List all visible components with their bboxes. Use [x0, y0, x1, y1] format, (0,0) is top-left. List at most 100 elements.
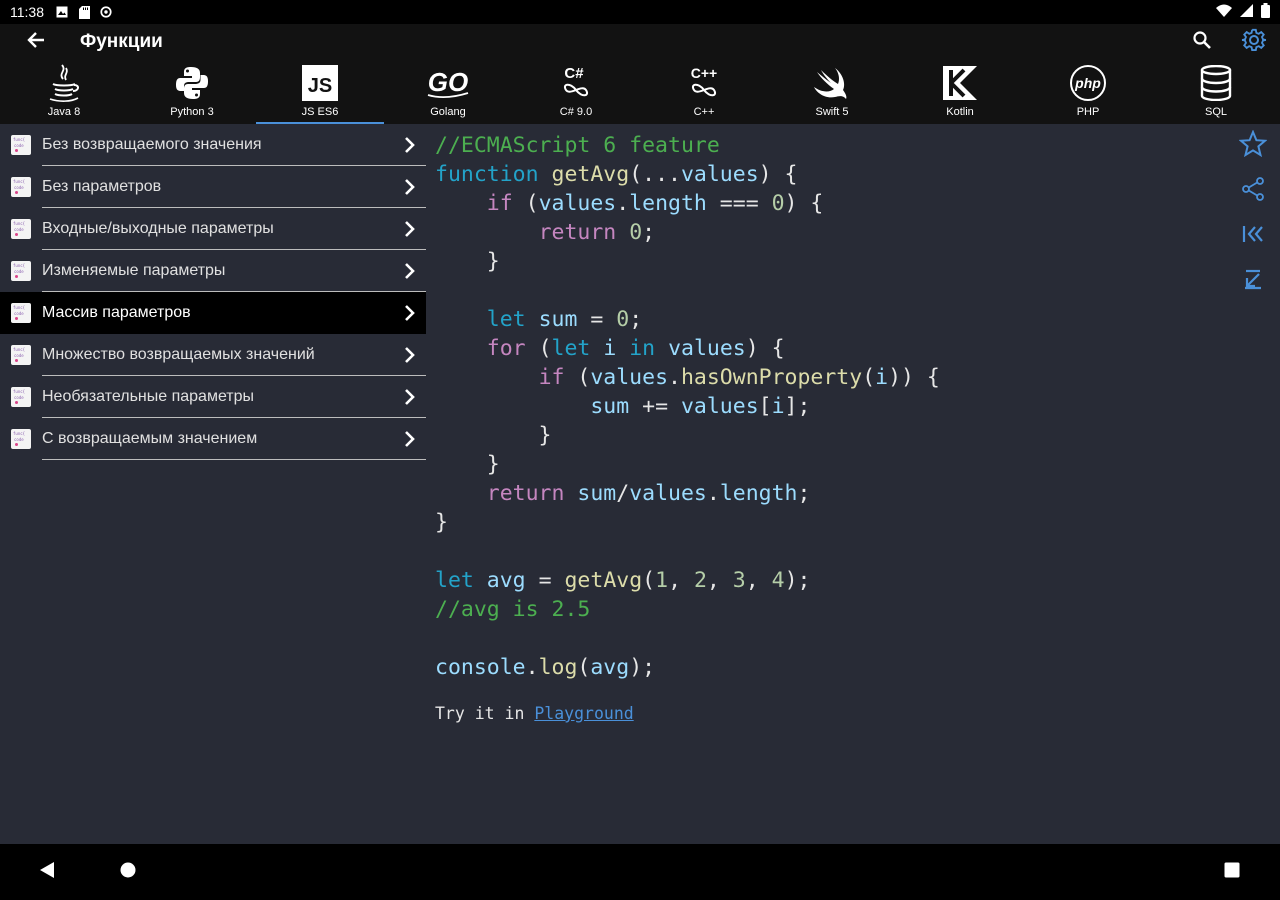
- first-page-icon: [1241, 223, 1265, 250]
- list-item[interactable]: func{code С возвращаемым значением: [0, 418, 426, 460]
- code-line: //ECMAScript 6 feature: [435, 133, 720, 158]
- code-token: 0: [616, 307, 630, 332]
- code-token: ===: [706, 191, 772, 216]
- share-button[interactable]: [1226, 169, 1280, 214]
- code-file-icon: func{code: [11, 345, 31, 365]
- divider: [42, 459, 426, 460]
- code-line: return sum/values.length;: [435, 481, 811, 506]
- code-token: for: [486, 336, 526, 361]
- code-token: ) {: [784, 191, 824, 216]
- code-line: function getAvg(...values) {: [435, 162, 797, 187]
- tab-java[interactable]: Java 8: [0, 60, 128, 124]
- code-line: let avg = getAvg(1, 2, 3, 4);: [435, 568, 810, 593]
- code-token: );: [629, 655, 656, 680]
- code-block: //ECMAScript 6 feature function getAvg(.…: [435, 131, 1226, 682]
- tab-label: Swift 5: [815, 106, 849, 118]
- chevron-right-icon: [394, 220, 426, 238]
- nav-recents-button[interactable]: [1218, 858, 1246, 886]
- php-badge-text: php: [1074, 75, 1101, 91]
- share-icon: [1241, 177, 1265, 206]
- code-token: +=: [629, 394, 681, 419]
- try-it-line: Try it in Playground: [435, 704, 1226, 723]
- code-token: ];: [784, 394, 811, 419]
- list-item[interactable]: func{code Множество возвращаемых значени…: [0, 334, 426, 376]
- last-page-button[interactable]: [1226, 259, 1280, 304]
- code-token: (...: [629, 162, 681, 187]
- list-item[interactable]: func{code Без параметров: [0, 166, 426, 208]
- tab-javascript[interactable]: JS JS ES6: [256, 60, 384, 124]
- code-token: ;: [642, 220, 656, 245]
- home-circle-icon: [120, 862, 136, 883]
- battery-icon: [1261, 3, 1270, 21]
- code-line: for (let i in values) {: [435, 336, 785, 361]
- code-token: function: [435, 162, 539, 187]
- code-line: console.log(avg);: [435, 655, 655, 680]
- code-token: ;: [629, 307, 643, 332]
- python-icon: [168, 63, 216, 103]
- code-token: .: [668, 365, 681, 390]
- tab-kotlin[interactable]: Kotlin: [896, 60, 1024, 124]
- code-token: ) {: [745, 336, 785, 361]
- status-bar: 11:38: [0, 0, 1280, 24]
- code-token: log: [538, 655, 578, 680]
- code-token: avg: [486, 568, 526, 593]
- tab-label: Python 3: [170, 106, 214, 118]
- code-token: ;: [797, 481, 811, 506]
- code-line: if (values.hasOwnProperty(i)) {: [435, 365, 940, 390]
- language-tabs: Java 8 Python 3 JS JS ES6 GO Golang C# C…: [0, 60, 1280, 124]
- list-item[interactable]: func{code Без возвращаемого значения: [0, 124, 426, 166]
- code-line: return 0;: [435, 220, 656, 245]
- code-token: ) {: [758, 162, 798, 187]
- tab-python[interactable]: Python 3: [128, 60, 256, 124]
- tab-php[interactable]: php PHP: [1024, 60, 1152, 124]
- recents-square-icon: [1224, 862, 1240, 883]
- playground-link[interactable]: Playground: [534, 704, 633, 723]
- code-token: 1: [655, 568, 669, 593]
- search-button[interactable]: [1176, 24, 1228, 60]
- settings-button[interactable]: [1228, 24, 1280, 60]
- code-token: console: [435, 655, 526, 680]
- list-item[interactable]: func{code Необязательные параметры: [0, 376, 426, 418]
- tab-label: Kotlin: [946, 106, 974, 118]
- code-line: }: [435, 249, 500, 274]
- cpp-icon: C++: [680, 63, 728, 103]
- tab-swift[interactable]: Swift 5: [768, 60, 896, 124]
- tab-cpp[interactable]: C++ C++: [640, 60, 768, 124]
- nav-home-button[interactable]: [114, 858, 142, 886]
- code-token: values: [680, 162, 759, 187]
- chevron-right-icon: [394, 178, 426, 196]
- tab-csharp[interactable]: C# C# 9.0: [512, 60, 640, 124]
- list-item-label: С возвращаемым значением: [42, 430, 258, 447]
- code-token: (: [512, 191, 539, 216]
- first-page-button[interactable]: [1226, 214, 1280, 259]
- list-item[interactable]: func{code Изменяемые параметры: [0, 250, 426, 292]
- chevron-right-icon: [394, 304, 426, 322]
- code-token: (: [577, 655, 591, 680]
- code-line: if (values.length === 0) {: [435, 191, 824, 216]
- back-button[interactable]: [0, 24, 72, 60]
- php-icon: php: [1064, 63, 1112, 103]
- tab-sql[interactable]: SQL: [1152, 60, 1280, 124]
- code-file-icon: func{code: [11, 303, 31, 323]
- favorite-button[interactable]: [1226, 124, 1280, 169]
- list-item[interactable]: func{code Входные/выходные параметры: [0, 208, 426, 250]
- database-icon: [1192, 63, 1240, 103]
- nav-back-button[interactable]: [33, 858, 61, 886]
- gear-icon: [1241, 27, 1267, 58]
- code-token: length: [629, 191, 707, 216]
- tab-label: PHP: [1076, 106, 1100, 118]
- code-viewer: //ECMAScript 6 feature function getAvg(.…: [426, 124, 1226, 844]
- code-file-icon: func{code: [11, 219, 31, 239]
- list-item-selected[interactable]: func{code Массив параметров: [0, 292, 426, 334]
- code-token: i: [771, 394, 785, 419]
- tab-golang[interactable]: GO Golang: [384, 60, 512, 124]
